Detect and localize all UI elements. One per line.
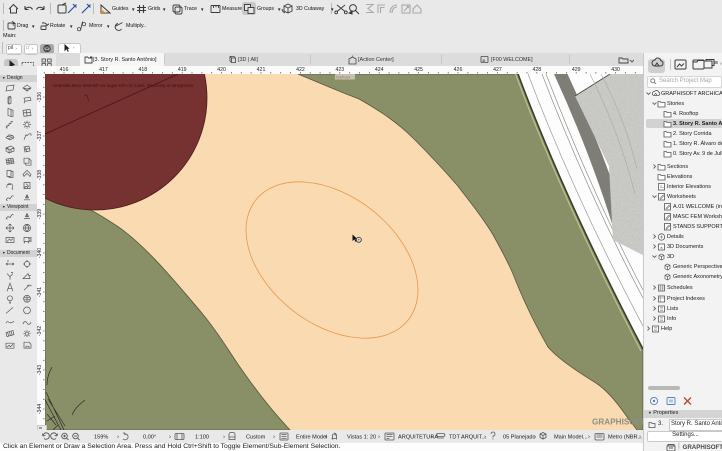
svg-text:-339: -339 bbox=[37, 209, 43, 219]
svg-text:Antessla Bem-desnwh vis lugar-: Antessla Bem-desnwh vis lugar-Gfe rol ru… bbox=[53, 83, 194, 88]
svg-text:GSPubl: GSPubl bbox=[336, 75, 350, 80]
svg-text:05 Planejado: 05 Planejado bbox=[503, 435, 536, 441]
svg-text:0,00°: 0,00° bbox=[143, 435, 156, 441]
svg-text:-336: -336 bbox=[37, 92, 43, 102]
svg-text:-342: -342 bbox=[37, 326, 43, 336]
svg-text:›: › bbox=[534, 435, 536, 441]
svg-text:›: › bbox=[325, 435, 327, 441]
svg-text:Metro (NBR...: Metro (NBR... bbox=[608, 435, 643, 441]
svg-text:-343: -343 bbox=[37, 365, 43, 375]
svg-text:›: › bbox=[431, 435, 433, 441]
svg-text:›: › bbox=[223, 435, 225, 441]
svg-text:›: › bbox=[378, 435, 380, 441]
svg-text:›: › bbox=[117, 435, 119, 441]
svg-text:›: › bbox=[639, 435, 641, 441]
svg-text:Custom: Custom bbox=[246, 435, 266, 441]
svg-text:-344: -344 bbox=[37, 404, 43, 414]
svg-text:1:100: 1:100 bbox=[195, 435, 209, 441]
svg-text:Vistas 1: 20: Vistas 1: 20 bbox=[347, 435, 376, 441]
svg-text:TDT ARQUIT...: TDT ARQUIT... bbox=[449, 435, 487, 441]
svg-text:›: › bbox=[273, 435, 275, 441]
svg-text:›: › bbox=[169, 435, 171, 441]
svg-text:Entire Model: Entire Model bbox=[296, 435, 327, 441]
svg-text:-340: -340 bbox=[37, 248, 43, 258]
svg-text:Main Model...: Main Model... bbox=[554, 435, 588, 441]
svg-text:›: › bbox=[588, 435, 590, 441]
svg-text:-341: -341 bbox=[37, 287, 43, 297]
svg-text:159%: 159% bbox=[94, 435, 108, 441]
svg-text:-338: -338 bbox=[37, 170, 43, 180]
svg-text:-337: -337 bbox=[37, 131, 43, 141]
svg-text:GRAPHISOFT: GRAPHISOFT bbox=[592, 418, 643, 427]
svg-text:›: › bbox=[484, 435, 486, 441]
